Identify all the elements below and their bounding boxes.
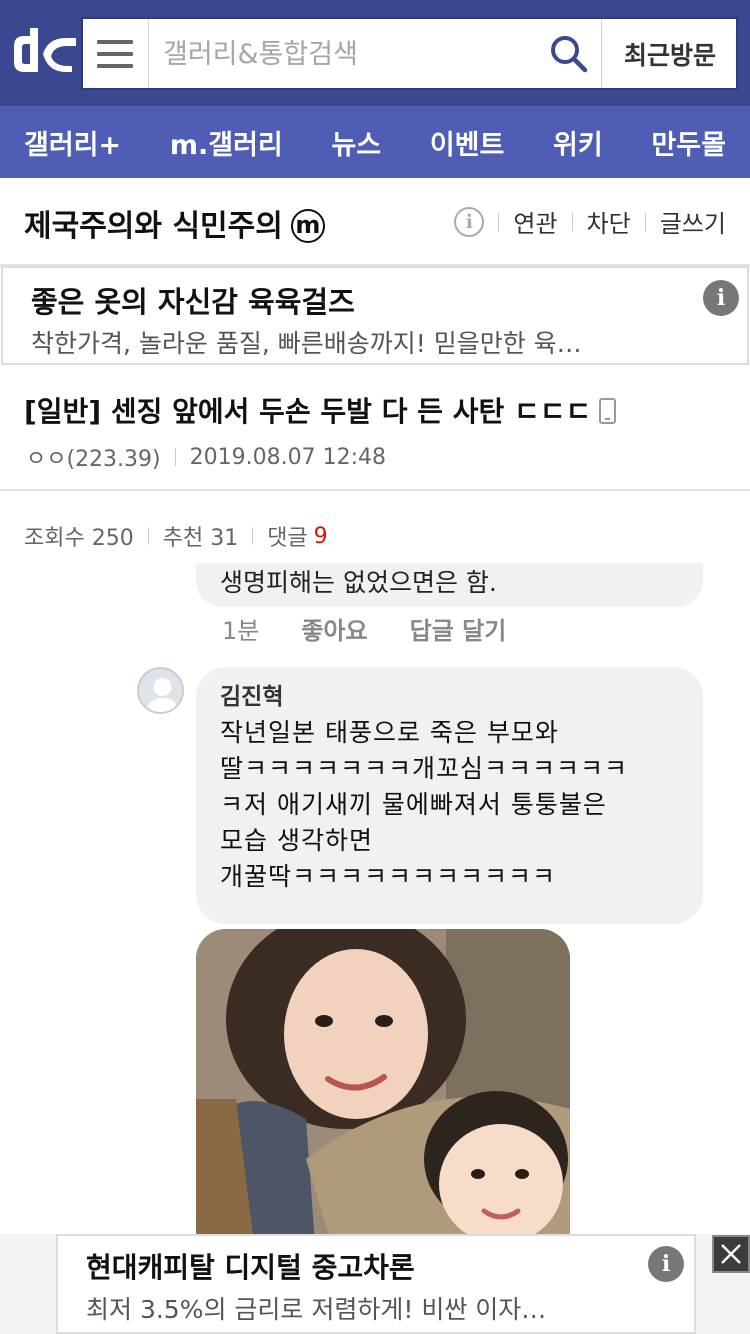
ad-banner-bottom[interactable]: 현대캐피탈 디지털 중고차론 최저 3.5%의 금리로 저렴하게! 비싼 이자…… <box>56 1234 696 1334</box>
ad-title: 좋은 옷의 자신감 육육걸즈 <box>31 285 355 319</box>
ad-info-icon[interactable]: i <box>703 280 739 316</box>
reply-action: 답글 달기 <box>409 617 507 645</box>
comment-photo <box>196 929 570 1234</box>
post-date: 2019.08.07 12:48 <box>189 444 386 470</box>
nav-m-gallery[interactable]: m.갤러리 <box>170 123 283 162</box>
default-avatar-icon <box>145 678 180 712</box>
nav-event[interactable]: 이벤트 <box>430 123 505 162</box>
block-button[interactable]: 차단 <box>587 204 631 239</box>
nav-mandu-mall[interactable]: 만두몰 <box>651 123 726 162</box>
dc-logo[interactable] <box>10 24 78 80</box>
recent-visit-button[interactable]: 최근방문 <box>601 19 738 88</box>
ad-info-icon[interactable]: i <box>648 1246 684 1282</box>
post-author[interactable]: ㅇㅇ(223.39) <box>26 441 161 473</box>
gallery-title[interactable]: 제국주의와 식민주의 <box>24 209 283 244</box>
post-header: [일반] 센징 앞에서 두손 두발 다 든 사탄 ㄷㄷㄷ ㅇㅇ(223.39) … <box>0 365 750 491</box>
ad-description: 최저 3.5%의 금리로 저렴하게! 비싼 이자… <box>86 1295 547 1324</box>
related-button[interactable]: 연관 <box>513 204 557 239</box>
like-action: 좋아요 <box>301 617 368 645</box>
comment-actions: 1분 좋아요 답글 달기 <box>222 611 548 646</box>
gallery-header: 제국주의와 식민주의 m i 연관 차단 글쓰기 <box>0 178 750 266</box>
view-count: 조회수 250 <box>24 526 134 551</box>
comment-time: 1분 <box>222 617 260 645</box>
post-title: [일반] 센징 앞에서 두손 두발 다 든 사탄 ㄷㄷㄷ <box>24 395 592 428</box>
post-meta: ㅇㅇ(223.39) 2019.08.07 12:48 <box>26 441 386 473</box>
post-stats: 조회수 250 추천 31 댓글 9 <box>24 520 328 552</box>
close-icon <box>721 1244 741 1264</box>
minor-gallery-badge: m <box>290 209 325 243</box>
comment-line: 모습 생각하면 <box>220 826 373 855</box>
post-content-image: 생명피해는 없었으면은 함. 1분 좋아요 답글 달기 김진혁 작년일본 태풍으… <box>0 563 750 1234</box>
nav-wiki[interactable]: 위키 <box>553 123 603 162</box>
search-box: 최근방문 <box>81 17 738 90</box>
top-header: 최근방문 <box>0 0 750 106</box>
divider <box>644 212 646 231</box>
main-nav: 갤러리+ m.갤러리 뉴스 이벤트 위키 만두몰 <box>0 106 750 178</box>
ad-title: 현대캐피탈 디지털 중고차론 <box>86 1251 415 1284</box>
menu-button[interactable] <box>83 19 149 88</box>
comment-line: ㅋ저 애기새끼 물에빠져서 퉁퉁불은 <box>220 790 607 819</box>
comment-label[interactable]: 댓글 <box>267 520 307 552</box>
divider <box>174 448 176 466</box>
previous-comment-text: 생명피해는 없었으면은 함. <box>220 568 497 597</box>
nav-news[interactable]: 뉴스 <box>331 123 381 162</box>
search-icon[interactable] <box>549 34 589 74</box>
comment-line: 딸ㅋㅋㅋㅋㅋㅋㅋ개꼬심ㅋㅋㅋㅋㅋㅋ <box>220 754 629 783</box>
ad-description: 착한가격, 놀라운 품질, 빠른배송까지! 믿을만한 육… <box>31 329 582 358</box>
divider <box>147 527 149 545</box>
write-button[interactable]: 글쓰기 <box>660 204 726 239</box>
comment-bubble: 김진혁 작년일본 태풍으로 죽은 부모와 딸ㅋㅋㅋㅋㅋㅋㅋ개꼬심ㅋㅋㅋㅋㅋㅋ ㅋ… <box>196 667 703 924</box>
comment-line: 작년일본 태풍으로 죽은 부모와 <box>220 718 559 747</box>
comment-count[interactable]: 9 <box>314 524 328 549</box>
search-input[interactable] <box>163 33 543 75</box>
gallery-actions: i 연관 차단 글쓰기 <box>454 204 726 239</box>
close-ad-button[interactable] <box>712 1235 750 1273</box>
nav-gallery-plus[interactable]: 갤러리+ <box>24 123 121 162</box>
menu-icon <box>97 40 133 44</box>
commenter-name: 김진혁 <box>220 684 284 710</box>
comment-line: 개꿀딱ㅋㅋㅋㅋㅋㅋㅋㅋㅋㅋㅋ <box>220 862 557 891</box>
info-outline-icon[interactable]: i <box>454 206 485 237</box>
divider <box>498 212 500 231</box>
ad-banner-top[interactable]: 좋은 옷의 자신감 육육걸즈 착한가격, 놀라운 품질, 빠른배송까지! 믿을만… <box>1 266 749 365</box>
divider <box>571 212 573 231</box>
mobile-icon <box>599 398 617 424</box>
recommend-count: 추천 31 <box>162 526 239 551</box>
avatar <box>137 667 184 714</box>
divider <box>252 527 254 545</box>
photo-illustration <box>196 929 570 1234</box>
